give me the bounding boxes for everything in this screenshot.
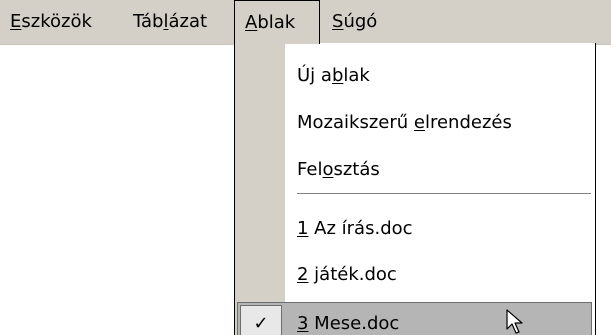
menu-sugo[interactable]: Súgó: [332, 0, 377, 44]
menu-item-uj-ablak[interactable]: Új ablak: [235, 52, 595, 100]
menu-item-label: 1 Az írás.doc: [297, 218, 413, 239]
mouse-pointer-icon: [506, 309, 523, 334]
menu-ablak[interactable]: Ablak: [234, 0, 320, 44]
menu-eszkozok-label: Eszközök: [10, 11, 92, 32]
menu-item-label: Felosztás: [297, 159, 380, 180]
menu-eszkozok[interactable]: Eszközök: [10, 0, 92, 44]
menu-item-label: 3 Mese.doc: [297, 313, 400, 334]
menu-item-label: Mozaikszerű elrendezés: [297, 112, 512, 133]
menu-bar: Eszközök Táblázat Ablak Súgó: [0, 0, 611, 45]
menu-item-document-3[interactable]: ✓ 3 Mese.doc: [237, 302, 592, 335]
menu-ablak-label: Ablak: [245, 12, 296, 33]
menu-tablazat[interactable]: Táblázat: [133, 0, 207, 44]
ablak-dropdown-menu: Új ablak Mozaikszerű elrendezés Felosztá…: [234, 43, 596, 335]
menu-item-felosztas[interactable]: Felosztás: [235, 146, 595, 194]
application-window: Eszközök Táblázat Ablak Súgó Új ablak Mo…: [0, 0, 611, 335]
menu-item-document-2[interactable]: 2 játék.doc: [235, 251, 595, 299]
menu-sugo-label: Súgó: [332, 11, 378, 32]
check-icon: ✓: [240, 305, 282, 335]
menu-item-label: Új ablak: [297, 65, 370, 86]
menu-tablazat-label: Táblázat: [133, 11, 208, 32]
menu-item-document-1[interactable]: 1 Az írás.doc: [235, 205, 595, 253]
menu-item-label: 2 játék.doc: [297, 264, 397, 285]
menu-item-mozaikszeru-elrendezes[interactable]: Mozaikszerű elrendezés: [235, 99, 595, 147]
menu-separator: [297, 193, 591, 195]
